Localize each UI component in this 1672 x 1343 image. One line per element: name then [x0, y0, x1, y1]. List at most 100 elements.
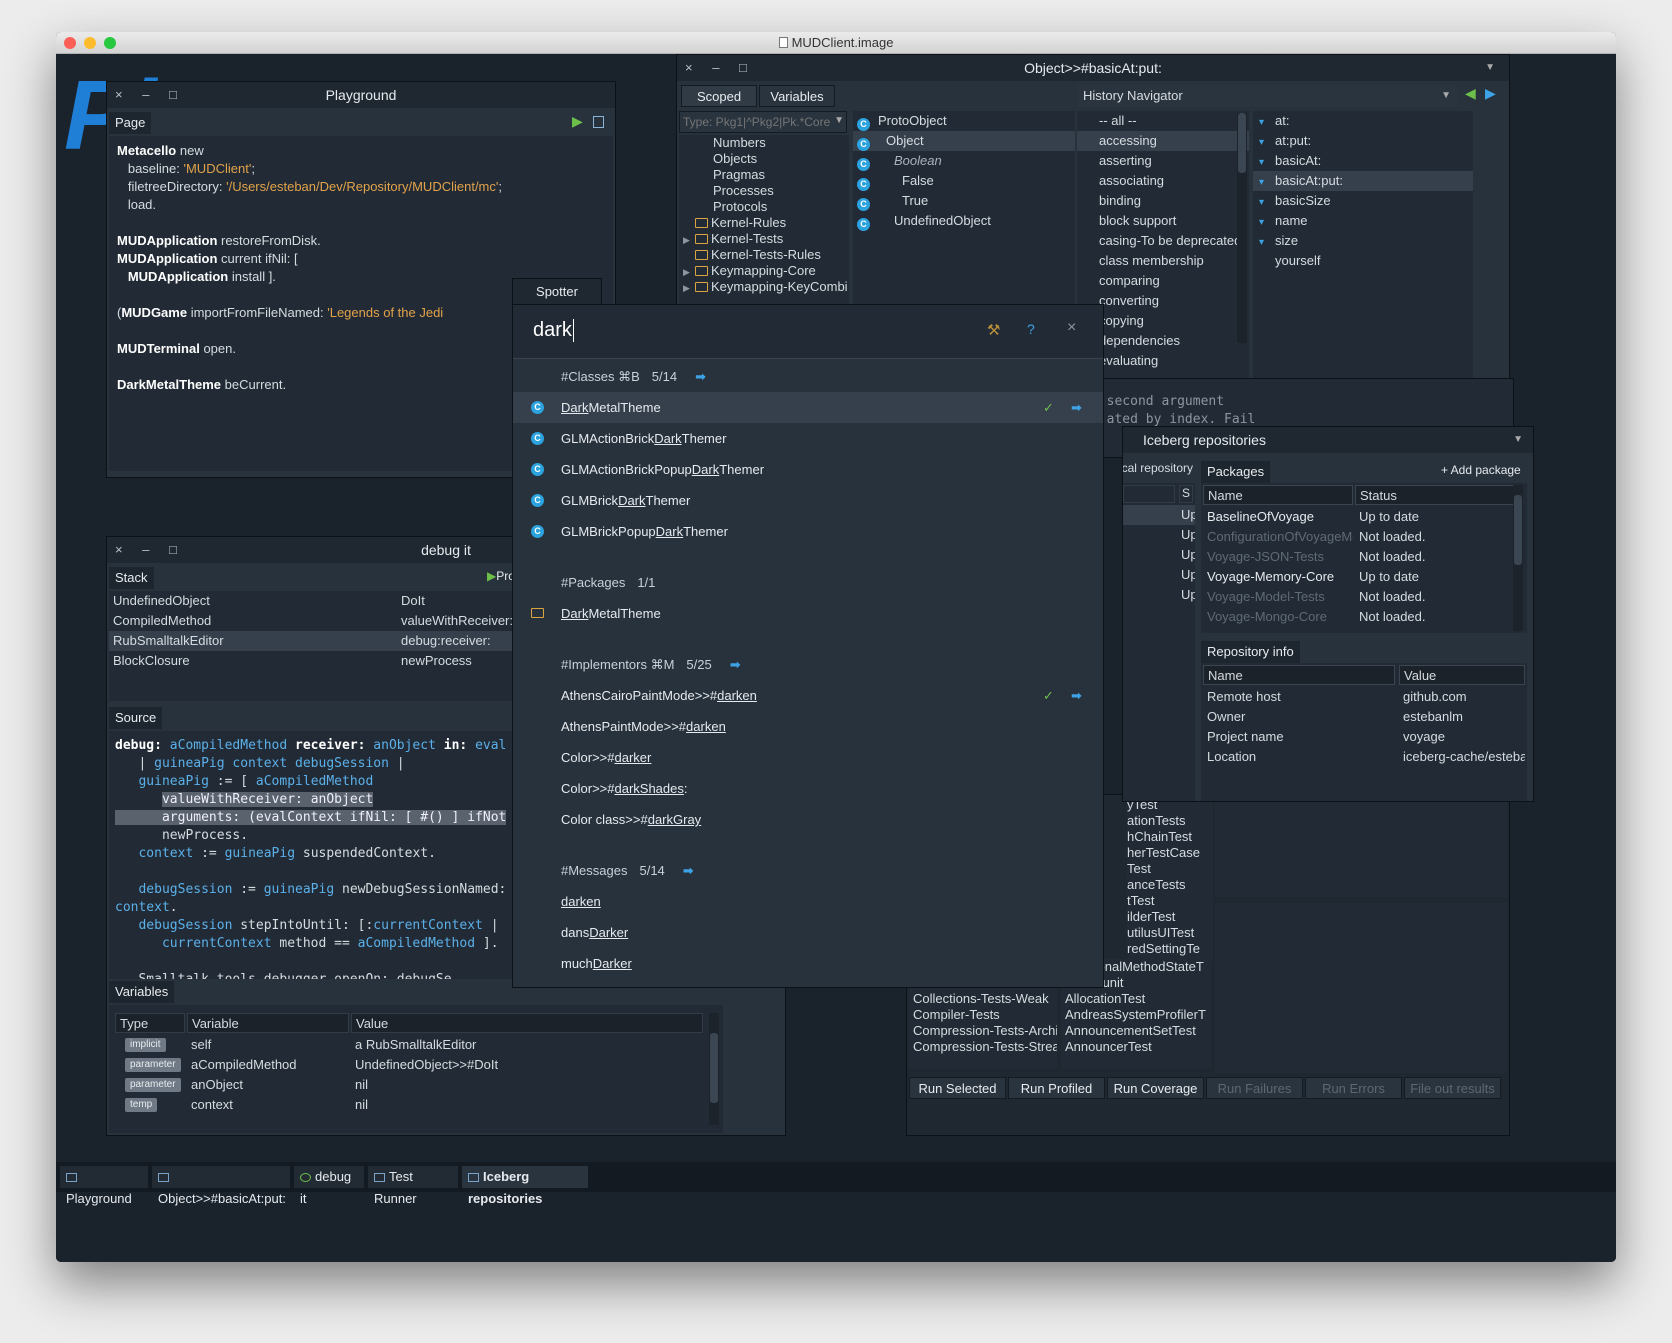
protocol-item[interactable]: accessing: [1077, 131, 1249, 151]
method-list[interactable]: ▾ at: ▾ at:put: ▾ basicAt: ▾ basicAt:put: ▾ basic…: [1253, 111, 1473, 383]
package-test-item[interactable]: Compression-Tests-Streams: [909, 1039, 1057, 1055]
package-row[interactable]: Voyage-Memory-Core Up to date: [1203, 567, 1513, 587]
window-controls[interactable]: × – □: [115, 537, 185, 563]
spotter-result-item[interactable]: dansDarker: [513, 917, 1103, 948]
repository-row[interactable]: Up: [1123, 525, 1195, 545]
spotter-result-item[interactable]: C GLMActionBrickDarkThemer: [513, 423, 1103, 454]
page-tab[interactable]: Page: [109, 112, 152, 134]
protocol-item[interactable]: binding: [1077, 191, 1249, 211]
class-item[interactable]: C Object: [853, 131, 1075, 151]
packages-tab[interactable]: Packages: [1201, 461, 1271, 483]
test-class-item[interactable]: AnnouncerTest: [1061, 1039, 1211, 1055]
package-item[interactable]: ▶ Keymapping-Core: [679, 263, 849, 279]
test-class-item[interactable]: redSettingTe: [1127, 941, 1213, 957]
variable-row[interactable]: parameter anObject nil: [115, 1075, 705, 1095]
protocol-item[interactable]: -- all --: [1077, 111, 1249, 131]
spotter-result-item[interactable]: darken: [513, 886, 1103, 917]
repository-list[interactable]: SUpUpUpUpUp: [1123, 483, 1195, 801]
dive-in-arrow-icon[interactable]: ➡: [730, 657, 741, 672]
method-item[interactable]: yourself: [1253, 251, 1473, 271]
method-source[interactable]: second argument ated by index. Fail: [1091, 393, 1256, 429]
wrench-icon[interactable]: ⚒: [987, 321, 1000, 339]
spotter-result-item[interactable]: C GLMBrickPopupDarkThemer: [513, 516, 1103, 547]
dive-in-arrow-icon[interactable]: ➡: [683, 863, 694, 878]
zoom-light-icon[interactable]: [104, 37, 116, 49]
taskbar-item[interactable]: Test Runner: [368, 1166, 458, 1206]
protocol-item[interactable]: block support: [1077, 211, 1249, 231]
test-class-item[interactable]: AllocationTest: [1061, 991, 1211, 1007]
help-icon[interactable]: ?: [1027, 321, 1035, 337]
column-header[interactable]: Status: [1355, 485, 1515, 505]
test-class-item[interactable]: tTest: [1127, 893, 1213, 909]
spotter-result-item[interactable]: C GLMBrickDarkThemer: [513, 485, 1103, 516]
iceberg-titlebar[interactable]: Iceberg repositories ▼: [1123, 427, 1533, 453]
chevron-down-icon[interactable]: ▼: [1513, 427, 1523, 453]
repository-row[interactable]: Up: [1123, 545, 1195, 565]
window-controls[interactable]: × – □: [685, 55, 755, 81]
spotter-result-item[interactable]: C DarkMetalTheme ✓ ➡: [513, 392, 1103, 423]
variables-tab[interactable]: Variables: [109, 981, 175, 1003]
repo-search-box[interactable]: [1123, 485, 1175, 503]
protocol-item[interactable]: casing-To be deprecated: [1077, 231, 1249, 251]
package-item[interactable]: Kernel-Tests-Rules: [679, 247, 849, 263]
repository-info-table[interactable]: Name Value Remote host github.com Owner este…: [1201, 663, 1527, 801]
playground-code[interactable]: Metacello new baseline: 'MUDClient'; fil…: [117, 142, 502, 394]
taskbar-item[interactable]: Iceberg repositories: [462, 1166, 588, 1206]
spotter-result-item[interactable]: muchDarker: [513, 948, 1103, 979]
window-controls[interactable]: × – □: [115, 82, 185, 108]
test-class-item[interactable]: ilderTest: [1127, 909, 1213, 925]
taskbar-item[interactable]: Playground: [60, 1166, 148, 1206]
tab-scoped[interactable]: Scoped: [681, 85, 757, 107]
packages-scrollbar[interactable]: [1513, 485, 1523, 631]
test-class-item[interactable]: anceTests: [1127, 877, 1213, 893]
spotter-results[interactable]: #Classes ⌘B 5/14 ➡ C DarkMetalTheme ✓ ➡ C GLMAct…: [513, 361, 1103, 987]
variables-table[interactable]: Type Variable Value implicit self a RubSmall…: [109, 1005, 723, 1133]
method-item[interactable]: ▾ basicSize: [1253, 191, 1473, 211]
test-class-item[interactable]: hChainTest: [1127, 829, 1213, 845]
spotter-category-header[interactable]: #Implementors ⌘M 5/25 ➡: [513, 649, 1103, 680]
expand-arrow-icon[interactable]: ▶: [683, 280, 695, 295]
packages-rows[interactable]: BaselineOfVoyage Up to date ConfigurationO…: [1203, 507, 1513, 627]
package-item[interactable]: Pragmas: [679, 167, 849, 183]
test-class-item[interactable]: Test: [1127, 861, 1213, 877]
repository-row[interactable]: Up: [1123, 585, 1195, 605]
protocol-item[interactable]: asserting: [1077, 151, 1249, 171]
package-filter-input[interactable]: [680, 112, 830, 132]
method-item[interactable]: ▾ at:put:: [1253, 131, 1473, 151]
playground-titlebar[interactable]: × – □ Playground: [107, 82, 615, 108]
class-item[interactable]: C ProtoObject: [853, 111, 1075, 131]
spotter-category-header[interactable]: #Packages 1/1: [513, 567, 1103, 598]
package-item[interactable]: ▶ Kernel-Tests: [679, 231, 849, 247]
class-item[interactable]: C True: [853, 191, 1075, 211]
run-icon[interactable]: ▶: [572, 113, 583, 130]
info-row[interactable]: Project name voyage: [1203, 727, 1525, 747]
spotter-search[interactable]: dark ⚒ ? ×: [513, 305, 1103, 359]
run-button-2[interactable]: Run Coverage: [1107, 1077, 1204, 1099]
protocol-item[interactable]: class membership: [1077, 251, 1249, 271]
add-package-button[interactable]: + Add package: [1441, 463, 1521, 477]
package-item[interactable]: Numbers: [679, 135, 849, 151]
package-row[interactable]: BaselineOfVoyage Up to date: [1203, 507, 1513, 527]
run-button-0[interactable]: Run Selected: [909, 1077, 1006, 1099]
test-class-item[interactable]: AndreasSystemProfilerT: [1061, 1007, 1211, 1023]
spotter-tab[interactable]: Spotter: [512, 278, 602, 304]
iceberg-window[interactable]: Iceberg repositories ▼ Local repository …: [1122, 426, 1534, 802]
class-item[interactable]: C Boolean: [853, 151, 1075, 171]
column-header[interactable]: Type: [115, 1013, 185, 1033]
column-header[interactable]: Name: [1203, 665, 1395, 685]
package-row[interactable]: Voyage-JSON-Tests Not loaded.: [1203, 547, 1513, 567]
dive-in-arrow-icon[interactable]: ➡: [695, 369, 706, 384]
package-item[interactable]: Protocols: [679, 199, 849, 215]
taskbar-item[interactable]: debug it: [294, 1166, 364, 1206]
package-item[interactable]: ▶ Keymapping-KeyCombi: [679, 279, 849, 295]
column-header[interactable]: Name: [1203, 485, 1353, 505]
spotter-result-item[interactable]: DarkMetalTheme: [513, 598, 1103, 629]
class-item[interactable]: C False: [853, 171, 1075, 191]
variable-row[interactable]: parameter aCompiledMethod UndefinedObject>…: [115, 1055, 705, 1075]
method-item[interactable]: ▾ size: [1253, 231, 1473, 251]
package-row[interactable]: Voyage-Mongo-Core Not loaded.: [1203, 607, 1513, 627]
column-header[interactable]: Value: [351, 1013, 703, 1033]
method-item[interactable]: ▾ name: [1253, 211, 1473, 231]
repository-row[interactable]: Up: [1123, 565, 1195, 585]
column-header[interactable]: Variable: [187, 1013, 349, 1033]
